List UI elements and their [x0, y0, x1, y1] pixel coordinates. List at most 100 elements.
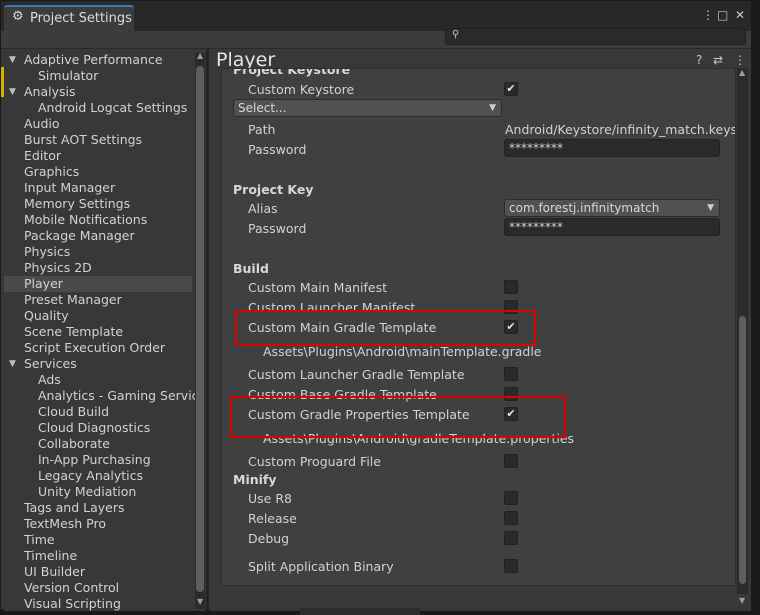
sidebar-item-label: Analysis [24, 84, 76, 99]
sidebar-item-script-execution-order[interactable]: Script Execution Order [4, 340, 192, 356]
more-icon[interactable]: ⋮ [734, 53, 746, 67]
chevron-down-icon: ▼ [489, 103, 496, 113]
sidebar-item-analytics-gaming-service[interactable]: Analytics - Gaming Service [4, 388, 205, 404]
section-project-keystore: Project Keystore [233, 68, 351, 77]
sidebar-item-label: Physics [24, 244, 71, 259]
sidebar-item-time[interactable]: Time [4, 532, 192, 548]
sidebar-item-collaborate[interactable]: Collaborate [4, 436, 192, 452]
sidebar-item-cloud-build[interactable]: Cloud Build [4, 404, 192, 420]
sidebar-item-timeline[interactable]: Timeline [4, 548, 192, 564]
sidebar-item-ads[interactable]: Ads [4, 372, 192, 388]
help-icon[interactable]: ? [696, 53, 702, 67]
close-icon[interactable]: ✕ [735, 8, 745, 22]
sidebar-item-physics[interactable]: Physics [4, 244, 192, 260]
sidebar-item-audio[interactable]: Audio [4, 116, 192, 132]
main-scrollbar[interactable] [737, 68, 748, 594]
sidebar-scrollbar[interactable] [195, 53, 205, 609]
custom-launcher-gradle-label: Custom Launcher Gradle Template [248, 367, 465, 382]
sidebar-item-label: Script Execution Order [24, 340, 166, 355]
scroll-up-icon[interactable]: ▲ [739, 68, 745, 77]
maximize-icon[interactable]: □ [717, 8, 728, 22]
expand-arrow-icon[interactable]: ▼ [9, 52, 16, 68]
sidebar-item-label: Version Control [24, 580, 120, 595]
expand-arrow-icon[interactable]: ▼ [9, 356, 16, 372]
sidebar-item-quality[interactable]: Quality [4, 308, 192, 324]
keystore-password-label: Password [248, 142, 307, 157]
sidebar-item-editor[interactable]: Editor [4, 148, 192, 164]
custom-main-manifest-checkbox[interactable] [504, 280, 518, 294]
release-label: Release [248, 511, 297, 526]
sidebar-item-in-app-purchasing[interactable]: In-App Purchasing [4, 452, 192, 468]
sidebar-item-player[interactable]: Player [4, 276, 192, 292]
sidebar-item-version-control[interactable]: Version Control [4, 580, 192, 596]
sidebar-item-android-logcat-settings[interactable]: Android Logcat Settings [4, 100, 192, 116]
sidebar-item-adaptive-performance[interactable]: ▼ Adaptive Performance [4, 52, 192, 68]
sidebar-item-visual-scripting[interactable]: Visual Scripting [4, 596, 192, 611]
tab-project-settings[interactable]: ⚙ Project Settings [4, 5, 134, 31]
sidebar-item-burst-aot-settings[interactable]: Burst AOT Settings [4, 132, 192, 148]
project-settings-window: ⚙ Project Settings ⋮ □ ✕ ⚲ ▼ Adaptive Per… [0, 0, 752, 611]
key-password-field[interactable]: ********* [504, 218, 720, 236]
use-r8-checkbox[interactable] [504, 491, 518, 505]
main-scroll-thumb[interactable] [739, 316, 746, 584]
sidebar-item-label: Android Logcat Settings [38, 100, 188, 115]
splitter[interactable] [206, 49, 209, 611]
sidebar-item-cloud-diagnostics[interactable]: Cloud Diagnostics [4, 420, 192, 436]
sidebar-item-memory-settings[interactable]: Memory Settings [4, 196, 192, 212]
sidebar-item-label: Analytics - Gaming Service [38, 388, 205, 403]
sidebar-item-label: Cloud Build [38, 404, 110, 419]
sidebar-item-services[interactable]: ▼ Services [4, 356, 192, 372]
custom-proguard-checkbox[interactable] [504, 454, 518, 468]
gear-icon: ⚙ [12, 9, 24, 24]
sidebar-item-input-manager[interactable]: Input Manager [4, 180, 192, 196]
search-icon: ⚲ [452, 29, 460, 40]
sidebar-item-label: Ads [38, 372, 61, 387]
section-project-key: Project Key [233, 182, 314, 197]
keystore-select-value: Select... [238, 101, 287, 115]
preset-icon[interactable]: ⇄ [713, 53, 723, 67]
sidebar-scroll-thumb[interactable] [196, 66, 204, 592]
custom-keystore-label: Custom Keystore [248, 82, 355, 97]
sidebar-item-tags-and-layers[interactable]: Tags and Layers [4, 500, 192, 516]
keystore-select-dropdown[interactable]: Select... ▼ [233, 99, 502, 117]
sidebar-item-ui-builder[interactable]: UI Builder [4, 564, 192, 580]
status-bar [300, 608, 420, 615]
custom-keystore-checkbox[interactable]: ✔ [504, 82, 518, 96]
sidebar-item-simulator[interactable]: Simulator [4, 68, 192, 84]
more-options-icon[interactable]: ⋮ [702, 8, 714, 22]
alias-dropdown[interactable]: com.forestj.infinitymatch ▼ [504, 199, 720, 217]
sidebar-item-label: Preset Manager [24, 292, 122, 307]
debug-checkbox[interactable] [504, 531, 518, 545]
custom-proguard-label: Custom Proguard File [248, 454, 381, 469]
keystore-password-field[interactable]: ********* [504, 139, 720, 157]
path-value: Android/Keystore/infinity_match.keystore [505, 122, 735, 137]
sidebar-item-package-manager[interactable]: Package Manager [4, 228, 192, 244]
scroll-up-icon[interactable]: ▲ [197, 51, 203, 60]
sidebar-item-unity-mediation[interactable]: Unity Mediation [4, 484, 192, 500]
alias-value: com.forestj.infinitymatch [509, 201, 660, 215]
sidebar-item-textmesh-pro[interactable]: TextMesh Pro [4, 516, 192, 532]
debug-label: Debug [248, 531, 290, 546]
split-binary-checkbox[interactable] [504, 559, 518, 573]
sidebar-item-mobile-notifications[interactable]: Mobile Notifications [4, 212, 192, 228]
sidebar-item-analysis[interactable]: ▼ Analysis [4, 84, 192, 100]
custom-launcher-gradle-checkbox[interactable] [504, 367, 518, 381]
sidebar-item-legacy-analytics[interactable]: Legacy Analytics [4, 468, 192, 484]
release-checkbox[interactable] [504, 511, 518, 525]
scroll-down-icon[interactable]: ▼ [739, 596, 745, 605]
search-input[interactable]: ⚲ [445, 28, 746, 45]
sidebar-item-label: Graphics [24, 164, 80, 179]
scroll-down-icon[interactable]: ▼ [197, 597, 203, 606]
expand-arrow-icon[interactable]: ▼ [9, 84, 16, 100]
sidebar-item-label: Adaptive Performance [24, 52, 163, 67]
sidebar-item-label: Scene Template [24, 324, 124, 339]
highlight-main-gradle [235, 310, 536, 346]
sidebar-item-physics-2d[interactable]: Physics 2D [4, 260, 192, 276]
title-bar: ⚙ Project Settings ⋮ □ ✕ [1, 1, 751, 31]
sidebar-item-preset-manager[interactable]: Preset Manager [4, 292, 192, 308]
sidebar-item-scene-template[interactable]: Scene Template [4, 324, 192, 340]
sidebar-item-graphics[interactable]: Graphics [4, 164, 192, 180]
sidebar-item-label: Timeline [24, 548, 78, 563]
sidebar-item-label: Services [24, 356, 77, 371]
sidebar-item-label: Burst AOT Settings [24, 132, 143, 147]
